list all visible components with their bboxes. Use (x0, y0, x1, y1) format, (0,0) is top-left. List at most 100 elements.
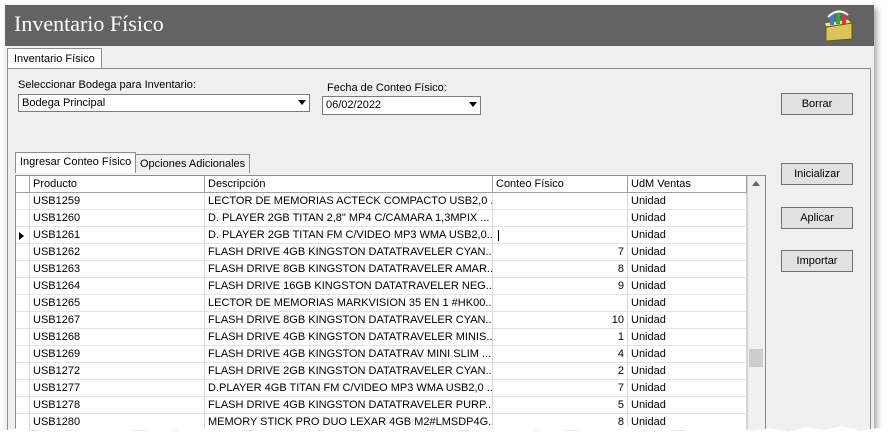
row-selector[interactable] (16, 278, 30, 295)
table-row[interactable]: USB1263 FLASH DRIVE 8GB KINGSTON DATATRAV… (16, 261, 747, 278)
producto-cell[interactable]: USB1267 (30, 312, 205, 329)
scroll-up-icon[interactable] (752, 181, 760, 186)
table-row[interactable]: USB1272 FLASH DRIVE 2GB KINGSTON DATATRAV… (16, 363, 747, 380)
descripcion-cell[interactable]: FLASH DRIVE 8GB KINGSTON DATATRAVELER AM… (205, 261, 493, 278)
udm-ventas-cell[interactable]: Unidad (628, 363, 747, 380)
table-row[interactable]: USB1259 LECTOR DE MEMORIAS ACTECK COMPACT… (16, 193, 747, 210)
conteo-fisico-cell[interactable]: 5 (493, 397, 628, 414)
conteo-fisico-cell[interactable]: 1 (493, 329, 628, 346)
bodega-select[interactable]: Bodega Principal (18, 94, 310, 112)
producto-cell[interactable]: USB1263 (30, 261, 205, 278)
descripcion-cell[interactable]: FLASH DRIVE 4GB KINGSTON DATATRAVELER PU… (205, 397, 493, 414)
row-selector[interactable] (16, 346, 30, 363)
conteo-fisico-cell[interactable] (493, 227, 628, 244)
descripcion-cell[interactable]: D. PLAYER 2GB TITAN FM C/VIDEO MP3 WMA U… (205, 227, 493, 244)
table-row[interactable]: USB1264 FLASH DRIVE 16GB KINGSTON DATATRA… (16, 278, 747, 295)
row-selector[interactable] (16, 295, 30, 312)
producto-cell[interactable]: USB1265 (30, 295, 205, 312)
producto-cell[interactable]: USB1269 (30, 346, 205, 363)
conteo-fisico-cell[interactable] (493, 193, 628, 210)
descripcion-cell[interactable]: FLASH DRIVE 4GB KINGSTON DATATRAVELER MI… (205, 329, 493, 346)
conteo-fisico-cell[interactable]: 7 (493, 244, 628, 261)
producto-cell[interactable]: USB1268 (30, 329, 205, 346)
conteo-fisico-cell[interactable]: 4 (493, 346, 628, 363)
tab-ingresar-conteo[interactable]: Ingresar Conteo Físico (15, 152, 137, 173)
row-selector[interactable] (16, 210, 30, 227)
descripcion-cell[interactable]: D. PLAYER 2GB TITAN 2,8" MP4 C/CAMARA 1,… (205, 210, 493, 227)
column-header-producto[interactable]: Producto (30, 176, 205, 192)
column-header-descripcion[interactable]: Descripción (205, 176, 493, 192)
descripcion-cell-text: LECTOR DE MEMORIAS ACTECK COMPACTO USB2,… (208, 195, 493, 207)
udm-ventas-cell[interactable]: Unidad (628, 210, 747, 227)
current-row-icon (19, 232, 24, 240)
tab-inventario-fisico[interactable]: Inventario Físico (7, 48, 102, 69)
table-row[interactable]: USB1277 D.PLAYER 4GB TITAN FM C/VIDEO MP3… (16, 380, 747, 397)
chevron-down-icon[interactable] (298, 100, 306, 105)
row-selector[interactable] (16, 329, 30, 346)
row-selector[interactable] (16, 193, 30, 210)
borrar-button[interactable]: Borrar (781, 93, 853, 115)
udm-ventas-cell[interactable]: Unidad (628, 193, 747, 210)
chevron-down-icon[interactable] (469, 102, 477, 107)
conteo-fisico-cell[interactable]: 10 (493, 312, 628, 329)
producto-cell[interactable]: USB1261 (30, 227, 205, 244)
conteo-fisico-cell[interactable]: 8 (493, 261, 628, 278)
row-selector[interactable] (16, 244, 30, 261)
producto-cell[interactable]: USB1260 (30, 210, 205, 227)
fecha-date-picker[interactable]: 06/02/2022 (322, 96, 481, 115)
udm-ventas-cell[interactable]: Unidad (628, 346, 747, 363)
row-selector[interactable] (16, 397, 30, 414)
conteo-grid[interactable]: Producto Descripción Conteo Físico UdM V… (15, 175, 766, 437)
table-row[interactable]: USB1262 FLASH DRIVE 4GB KINGSTON DATATRAV… (16, 244, 747, 261)
udm-ventas-cell[interactable]: Unidad (628, 397, 747, 414)
row-selector[interactable] (16, 312, 30, 329)
udm-ventas-cell[interactable]: Unidad (628, 295, 747, 312)
table-row[interactable]: USB1269 FLASH DRIVE 4GB KINGSTON DATATRAV… (16, 346, 747, 363)
row-selector[interactable] (16, 363, 30, 380)
udm-ventas-cell[interactable]: Unidad (628, 380, 747, 397)
conteo-fisico-cell[interactable]: 2 (493, 363, 628, 380)
udm-ventas-cell[interactable]: Unidad (628, 261, 747, 278)
descripcion-cell[interactable]: D.PLAYER 4GB TITAN FM C/VIDEO MP3 WMA US… (205, 380, 493, 397)
table-row[interactable]: USB1261 D. PLAYER 2GB TITAN FM C/VIDEO MP… (16, 227, 747, 244)
vertical-scrollbar[interactable] (747, 176, 765, 437)
column-header-udm[interactable]: UdM Ventas (628, 176, 747, 192)
udm-ventas-cell[interactable]: Unidad (628, 244, 747, 261)
scrollbar-thumb[interactable] (749, 349, 763, 367)
producto-cell[interactable]: USB1264 (30, 278, 205, 295)
descripcion-cell[interactable]: FLASH DRIVE 4GB KINGSTON DATATRAVELER CY… (205, 244, 493, 261)
descripcion-cell[interactable]: LECTOR DE MEMORIAS ACTECK COMPACTO USB2,… (205, 193, 493, 210)
table-row[interactable]: USB1265 LECTOR DE MEMORIAS MARKVISION 35 … (16, 295, 747, 312)
row-selector[interactable] (16, 261, 30, 278)
descripcion-cell[interactable]: FLASH DRIVE 8GB KINGSTON DATATRAVELER CY… (205, 312, 493, 329)
udm-ventas-cell[interactable]: Unidad (628, 312, 747, 329)
descripcion-cell[interactable]: FLASH DRIVE 16GB KINGSTON DATATRAVELER N… (205, 278, 493, 295)
conteo-fisico-cell[interactable] (493, 210, 628, 227)
producto-cell[interactable]: USB1278 (30, 397, 205, 414)
importar-button[interactable]: Importar (781, 250, 853, 272)
aplicar-button[interactable]: Aplicar (781, 207, 853, 229)
descripcion-cell[interactable]: FLASH DRIVE 4GB KINGSTON DATATRAV MINI S… (205, 346, 493, 363)
udm-ventas-cell[interactable]: Unidad (628, 329, 747, 346)
producto-cell[interactable]: USB1262 (30, 244, 205, 261)
udm-ventas-cell[interactable]: Unidad (628, 227, 747, 244)
row-selector[interactable] (16, 380, 30, 397)
table-row[interactable]: USB1278 FLASH DRIVE 4GB KINGSTON DATATRAV… (16, 397, 747, 414)
conteo-fisico-cell[interactable]: 7 (493, 380, 628, 397)
descripcion-cell-text: FLASH DRIVE 4GB KINGSTON DATATRAVELER CY… (208, 246, 493, 258)
producto-cell[interactable]: USB1272 (30, 363, 205, 380)
producto-cell[interactable]: USB1259 (30, 193, 205, 210)
table-row[interactable]: USB1267 FLASH DRIVE 8GB KINGSTON DATATRAV… (16, 312, 747, 329)
conteo-fisico-cell[interactable] (493, 295, 628, 312)
row-selector[interactable] (16, 227, 30, 244)
table-row[interactable]: USB1260 D. PLAYER 2GB TITAN 2,8" MP4 C/CA… (16, 210, 747, 227)
descripcion-cell[interactable]: FLASH DRIVE 2GB KINGSTON DATATRAVELER CY… (205, 363, 493, 380)
table-row[interactable]: USB1268 FLASH DRIVE 4GB KINGSTON DATATRAV… (16, 329, 747, 346)
inicializar-button[interactable]: Inicializar (781, 163, 853, 185)
producto-cell[interactable]: USB1277 (30, 380, 205, 397)
descripcion-cell[interactable]: LECTOR DE MEMORIAS MARKVISION 35 EN 1 #H… (205, 295, 493, 312)
column-header-conteo[interactable]: Conteo Físico (493, 176, 628, 192)
tab-opciones-adicionales[interactable]: Opciones Adicionales (135, 154, 251, 173)
udm-ventas-cell[interactable]: Unidad (628, 278, 747, 295)
conteo-fisico-cell[interactable]: 9 (493, 278, 628, 295)
